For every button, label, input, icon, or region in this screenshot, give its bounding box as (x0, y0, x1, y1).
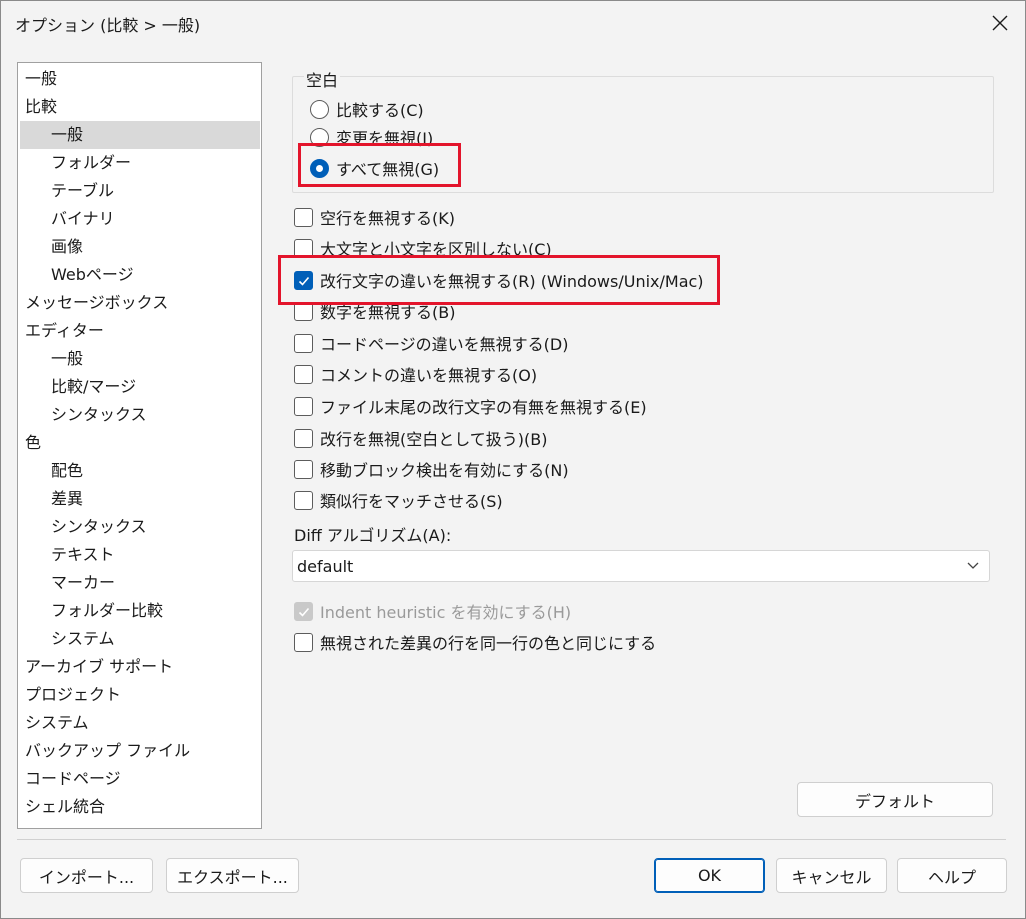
close-button[interactable] (975, 1, 1025, 45)
checkbox-label: 移動ブロック検出を有効にする(N) (320, 461, 569, 480)
checkbox-label: コメントの違いを無視する(O) (320, 366, 538, 385)
tree-item[interactable]: テーブル (18, 177, 114, 205)
diff-algorithm-label: Diff アルゴリズム(A): (294, 526, 452, 545)
checkbox-indicator (294, 601, 313, 621)
tree-item[interactable]: エディター (18, 317, 104, 345)
check-icon (298, 607, 310, 617)
tree-item[interactable]: 一般 (20, 121, 260, 149)
option-checkbox[interactable]: 移動ブロック検出を有効にする(N) (294, 457, 569, 481)
window-title: オプション (比較 > 一般) (15, 16, 201, 35)
whitespace-compare-radio[interactable]: 比較する(C) (310, 97, 424, 121)
tree-item[interactable]: 一般 (18, 345, 83, 373)
whitespace-ignore-changes-label: 変更を無視(I) (336, 129, 434, 148)
diff-algorithm-select[interactable]: default (292, 550, 990, 582)
close-icon (992, 15, 1008, 31)
option-checkbox[interactable]: 類似行をマッチさせる(S) (294, 488, 503, 512)
tree-item[interactable]: 一般 (18, 65, 57, 93)
checkbox-indicator (294, 238, 313, 258)
tree-item[interactable]: システム (18, 709, 89, 737)
checkbox-indicator (294, 490, 313, 510)
checkbox-label: 空行を無視する(K) (320, 209, 455, 228)
option-checkbox[interactable]: コードページの違いを無視する(D) (294, 331, 569, 355)
help-button[interactable]: ヘルプ (897, 858, 1007, 893)
tree-item[interactable]: コードページ (18, 765, 121, 793)
checkbox-indicator (294, 459, 313, 479)
checkbox-label: 改行を無視(空白として扱う)(B) (320, 430, 548, 449)
tree-item[interactable]: Webページ (18, 261, 134, 289)
option-checkbox[interactable]: 数字を無視する(B) (294, 299, 455, 323)
chevron-down-icon (967, 562, 979, 569)
title-bar: オプション (比較 > 一般) (1, 1, 1025, 45)
export-button[interactable]: エクスポート... (166, 858, 299, 893)
tree-item[interactable]: テキスト (18, 541, 115, 569)
tree-item[interactable]: 配色 (18, 457, 83, 485)
whitespace-compare-label: 比較する(C) (336, 101, 424, 120)
tree-item[interactable]: フォルダー比較 (18, 597, 163, 625)
tree-item[interactable]: バックアップ ファイル (18, 737, 190, 765)
radio-indicator (310, 99, 329, 119)
whitespace-ignore-all-radio[interactable]: すべて無視(G) (310, 156, 439, 180)
tree-item[interactable]: 色 (18, 429, 41, 457)
radio-indicator (310, 127, 329, 147)
tree-item[interactable]: 比較/マージ (18, 373, 136, 401)
tree-item[interactable]: システム (18, 625, 115, 653)
option-checkbox[interactable]: ファイル末尾の改行文字の有無を無視する(E) (294, 394, 647, 418)
checkbox-indicator (294, 632, 313, 652)
checkbox-indicator (294, 364, 313, 384)
option-checkbox[interactable]: 改行を無視(空白として扱う)(B) (294, 426, 547, 450)
tree-item[interactable]: シンタックス (18, 401, 147, 429)
tree-item[interactable]: マーカー (18, 569, 115, 597)
option-checkbox[interactable]: 空行を無視する(K) (294, 205, 455, 229)
checkbox-label: 大文字と小文字を区別しない(C) (320, 240, 552, 259)
tree-item[interactable]: 差異 (18, 485, 83, 513)
checkbox-indicator (294, 396, 313, 416)
tree-item[interactable]: 画像 (18, 233, 83, 261)
tree-item[interactable]: シェル統合 (18, 793, 105, 821)
check-icon (298, 276, 310, 286)
options-dialog: オプション (比較 > 一般) 一般 比較 一般 フォルダー テーブル バイナリ 画像 Web… (0, 0, 1026, 919)
checkbox-indicator (294, 301, 313, 321)
checkbox-label: 数字を無視する(B) (320, 303, 456, 322)
tree-item[interactable]: アーカイブ サポート (18, 653, 173, 681)
checkbox-indicator (294, 333, 313, 353)
tree-item[interactable]: メッセージボックス (18, 289, 168, 317)
diff-algorithm-value: default (297, 556, 354, 576)
option-checkbox[interactable]: 改行文字の違いを無視する(R) (Windows/Unix/Mac) (294, 268, 704, 292)
checkbox-label: 類似行をマッチさせる(S) (320, 492, 503, 511)
whitespace-ignore-all-label: すべて無視(G) (336, 160, 440, 179)
tree-item[interactable]: シンタックス (18, 513, 147, 541)
tree-item[interactable]: プロジェクト (18, 681, 121, 709)
import-button[interactable]: インポート... (20, 858, 153, 893)
category-tree: 一般 比較 一般 フォルダー テーブル バイナリ 画像 Webページ メッセージボックス エディタ… (17, 62, 262, 829)
ok-button[interactable]: OK (654, 858, 765, 893)
same-color-ignored-label: 無視された差異の行を同一行の色と同じにする (320, 634, 657, 653)
radio-indicator-selected (310, 158, 329, 178)
checkbox-indicator (294, 428, 313, 448)
same-color-ignored-checkbox[interactable]: 無視された差異の行を同一行の色と同じにする (294, 630, 656, 654)
option-checkbox[interactable]: コメントの違いを無視する(O) (294, 362, 537, 386)
tree-item[interactable]: フォルダー (18, 149, 131, 177)
tree-item[interactable]: バイナリ (18, 205, 115, 233)
checkbox-indicator (294, 270, 313, 290)
checkbox-label: ファイル末尾の改行文字の有無を無視する(E) (320, 398, 647, 417)
checkbox-label: コードページの違いを無視する(D) (320, 335, 569, 354)
whitespace-group-label: 空白 (304, 67, 341, 91)
indent-heuristic-label: Indent heuristic を有効にする(H) (320, 603, 572, 622)
cancel-button[interactable]: キャンセル (776, 858, 887, 893)
default-button[interactable]: デフォルト (797, 782, 993, 817)
separator (17, 839, 1006, 840)
checkbox-indicator (294, 207, 313, 227)
whitespace-ignore-changes-radio[interactable]: 変更を無視(I) (310, 125, 433, 149)
tree-item[interactable]: 比較 (18, 93, 57, 121)
checkbox-label: 改行文字の違いを無視する(R) (Windows/Unix/Mac) (320, 272, 704, 291)
indent-heuristic-checkbox[interactable]: Indent heuristic を有効にする(H) (294, 599, 571, 623)
option-checkbox[interactable]: 大文字と小文字を区別しない(C) (294, 236, 552, 260)
